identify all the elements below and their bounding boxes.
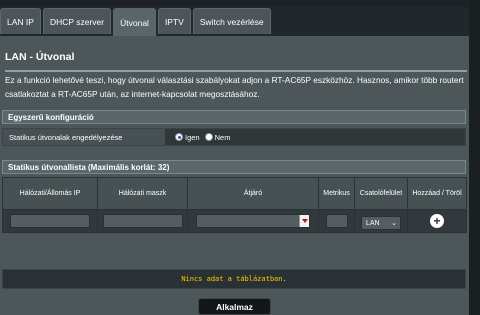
radio-no-label: Nem	[214, 132, 231, 142]
basic-config-header: Egyszerű konfiguráció	[2, 110, 466, 124]
chevron-down-icon: ⌄	[391, 220, 397, 228]
page-scrollbar[interactable]	[469, 0, 480, 315]
tab-iptv[interactable]: IPTV	[157, 8, 191, 34]
static-route-row: Statikus útvonalak engedélyezése Igen Ne…	[2, 128, 466, 146]
chevron-down-icon[interactable]	[299, 214, 309, 227]
col-metric: Metrikus	[318, 177, 355, 210]
tab-dhcp-server[interactable]: DHCP szerver	[42, 8, 112, 34]
static-route-label: Statikus útvonalak engedélyezése	[3, 129, 165, 145]
top-strip	[0, 0, 480, 7]
network-ip-input[interactable]	[10, 213, 90, 228]
page-title: LAN - Útvonal	[5, 51, 75, 63]
col-netmask: Hálózati maszk	[97, 177, 188, 210]
interface-select-value: LAN	[366, 219, 380, 227]
radio-yes-label: Igen	[185, 132, 200, 142]
metric-input[interactable]	[325, 213, 348, 228]
col-gateway: Átjáró	[187, 177, 319, 210]
route-table-header: Hálózati/Állomás IP Hálózati maszk Átjár…	[2, 177, 467, 210]
tab-switch-control[interactable]: Switch vezérlése	[192, 8, 271, 34]
apply-button[interactable]: Alkalmaz	[198, 298, 271, 315]
gateway-input[interactable]	[196, 213, 310, 228]
title-divider	[5, 70, 467, 72]
col-interface: Csatolófelület	[354, 177, 408, 210]
col-add-delete: Hozzáad / Töröl	[407, 177, 467, 210]
route-input-row: LAN ⌄ +	[2, 209, 467, 233]
route-table: Hálózati/Állomás IP Hálózati maszk Átjár…	[2, 177, 467, 233]
radio-yes[interactable]	[175, 133, 183, 141]
netmask-input[interactable]	[102, 213, 183, 228]
interface-select[interactable]: LAN ⌄	[361, 216, 401, 231]
static-route-options: Igen Nem	[165, 129, 465, 145]
empty-table-message: Nincs adat a táblázatban.	[2, 269, 466, 289]
tab-route[interactable]: Útvonal	[113, 8, 156, 36]
content-panel: LAN - Útvonal Ez a funkció lehetővé tesz…	[0, 36, 469, 315]
plus-circle-icon[interactable]: +	[430, 214, 444, 228]
route-list-header: Statikus útvonallista (Maximális korlát:…	[2, 160, 466, 174]
page-description: Ez a funkció lehetővé teszi, hogy útvona…	[5, 75, 464, 99]
col-network-ip: Hálózati/Állomás IP	[2, 177, 98, 210]
radio-no[interactable]	[204, 133, 213, 141]
tab-bar: LAN IP DHCP szerver Útvonal IPTV Switch …	[0, 8, 273, 36]
tab-lan-ip[interactable]: LAN IP	[0, 8, 41, 34]
